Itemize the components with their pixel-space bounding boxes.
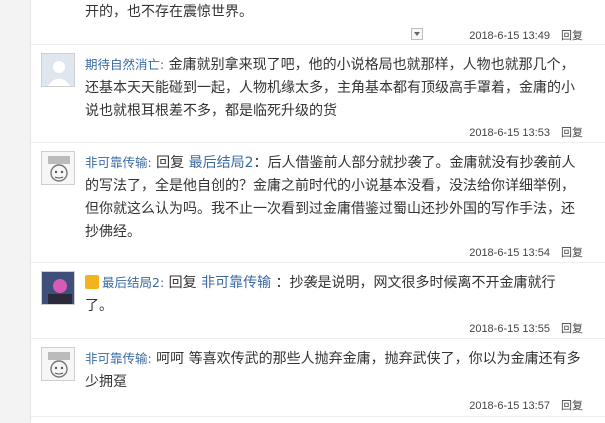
cartoon-avatar-icon bbox=[42, 348, 74, 380]
comment-time: 2018-6-15 13:54 bbox=[469, 247, 550, 259]
comment-body: 非可靠传输: 呵呵 等喜欢传武的那些人抛弃金庸，抛弃武侠了，你以为金庸还有多少拥… bbox=[85, 347, 583, 394]
divider bbox=[31, 416, 605, 417]
default-avatar-icon bbox=[42, 54, 74, 86]
username-link[interactable]: 期待自然消亡: bbox=[85, 57, 164, 72]
comment-meta: 2018-6-15 13:54 回复 bbox=[469, 244, 583, 260]
divider bbox=[31, 338, 605, 339]
comment-text: 呵呵 等喜欢传武的那些人抛弃金庸，抛弃武侠了，你以为金庸还有多少拥趸 bbox=[85, 351, 581, 390]
avatar[interactable] bbox=[41, 151, 75, 185]
previous-comment-fragment: 开的，也不存在震惊世界。 bbox=[85, 4, 253, 20]
comment-time: 2018-6-15 13:49 bbox=[469, 30, 550, 42]
comment-body: 最后结局2: 回复 非可靠传输 ：抄袭是说明，网文很多时候离不开金庸就行了。 bbox=[85, 271, 583, 318]
comment-body: 期待自然消亡: 金庸就别拿来现了吧，他的小说格局也就那样，人物也就那几个，还基本… bbox=[85, 53, 583, 123]
reply-link[interactable]: 回复 bbox=[561, 247, 583, 259]
comment-meta: 2018-6-15 13:57 回复 bbox=[469, 397, 583, 413]
mention-link[interactable]: 最后结局2 bbox=[189, 155, 254, 171]
username-link[interactable]: 最后结局2: bbox=[102, 275, 164, 290]
reply-link[interactable]: 回复 bbox=[561, 400, 583, 412]
left-rail bbox=[0, 0, 31, 423]
username-link[interactable]: 非可靠传输: bbox=[85, 155, 152, 170]
comment-list: 开的，也不存在震惊世界。 2018-6-15 13:49 回复 期待自然消亡: … bbox=[31, 0, 605, 423]
avatar[interactable] bbox=[41, 271, 75, 305]
avatar[interactable] bbox=[41, 53, 75, 87]
divider bbox=[31, 44, 605, 45]
comment-time: 2018-6-15 13:57 bbox=[469, 400, 550, 412]
reply-prefix: 回复 bbox=[151, 155, 189, 171]
avatar[interactable] bbox=[41, 347, 75, 381]
user-photo-icon bbox=[42, 272, 74, 304]
divider bbox=[31, 142, 605, 143]
vip-badge-icon bbox=[85, 275, 99, 289]
username-link[interactable]: 非可靠传输: bbox=[85, 351, 152, 366]
reply-link[interactable]: 回复 bbox=[561, 30, 583, 42]
reply-prefix: 回复 bbox=[164, 275, 202, 291]
comment-time: 2018-6-15 13:53 bbox=[469, 127, 550, 139]
cartoon-avatar-icon bbox=[42, 152, 74, 184]
comment-time: 2018-6-15 13:55 bbox=[469, 323, 550, 335]
expand-arrow-icon[interactable] bbox=[411, 28, 423, 40]
comment-meta: 2018-6-15 13:55 回复 bbox=[469, 320, 583, 336]
reply-link[interactable]: 回复 bbox=[561, 323, 583, 335]
divider bbox=[31, 262, 605, 263]
comment-meta: 2018-6-15 13:53 回复 bbox=[469, 124, 583, 140]
reply-link[interactable]: 回复 bbox=[561, 127, 583, 139]
comment-body: 非可靠传输: 回复 最后结局2：后人借鉴前人部分就抄袭了。金庸就没有抄袭前人的写… bbox=[85, 151, 583, 244]
comment-meta: 2018-6-15 13:49 回复 bbox=[469, 27, 583, 43]
mention-link[interactable]: 非可靠传输 bbox=[201, 275, 271, 291]
